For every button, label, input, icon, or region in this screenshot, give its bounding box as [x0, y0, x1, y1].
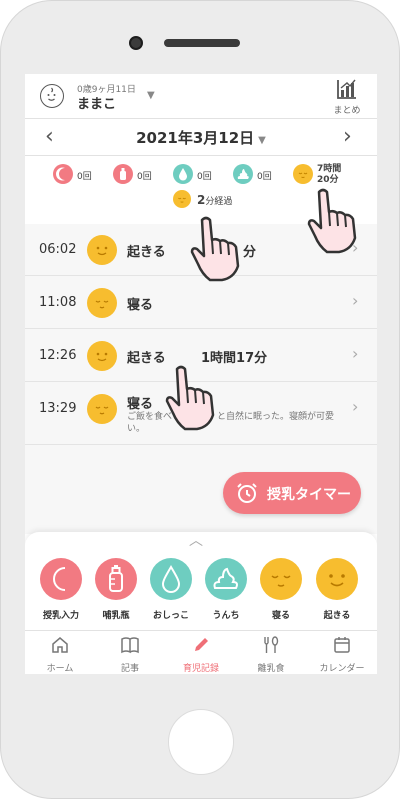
child-select-caret-icon[interactable]: ▼ [147, 90, 155, 101]
camera-icon [129, 36, 143, 50]
row-label: 起きる [127, 245, 166, 260]
pointing-hand-icon [190, 216, 240, 282]
bottle-icon [113, 164, 133, 184]
tab-label: カレンダー [319, 664, 365, 674]
chart-icon [337, 79, 356, 99]
tab-childcare-log[interactable]: 育児記録 [168, 635, 234, 674]
book-icon [121, 637, 139, 654]
sleeping-face-icon [260, 558, 302, 600]
row-memo: ご飯を食べ と自然に眠った。寝顔が可愛い。 [127, 412, 335, 434]
sleep-total-value: 7時間 20分 [317, 164, 341, 186]
timer-label: 授乳タイマー [267, 487, 351, 503]
bottom-tab-bar: ホーム 記事 育児記録 離乳食 カレンダー [25, 630, 377, 674]
moon-icon [53, 164, 73, 184]
bottle-count-value: 0回 [137, 172, 152, 182]
tab-label: 記事 [120, 664, 139, 674]
pointing-hand-icon [165, 365, 215, 431]
awake-face-icon [87, 341, 117, 371]
row-time: 12:26 [39, 348, 77, 363]
top-bar: 0歳9ヶ月11日 ままこ ▼ まとめ [25, 74, 377, 118]
row-label: 寝る [127, 397, 154, 412]
summary-label: まとめ [333, 106, 361, 116]
phone-frame: 0歳9ヶ月11日 ままこ ▼ まとめ ‹ 2021年3月12日 ▼ › 0回 0… [0, 0, 400, 799]
record-poop-button[interactable]: うんち [201, 558, 251, 628]
pee-count-value: 0回 [197, 172, 212, 182]
poop-icon [205, 558, 247, 600]
tab-articles[interactable]: 記事 [97, 635, 163, 674]
chevron-right-icon: › [352, 344, 359, 363]
row-label: 起きる [127, 351, 166, 366]
tab-home[interactable]: ホーム [27, 635, 93, 674]
date-caret-icon: ▼ [258, 135, 266, 146]
child-avatar[interactable] [40, 84, 64, 108]
date-selector[interactable]: 2021年3月12日 ▼ [25, 127, 377, 148]
alarm-clock-icon [237, 483, 257, 503]
row-label: 寝る [127, 298, 154, 313]
poop-count-value: 0回 [257, 172, 272, 182]
awake-face-icon [87, 235, 117, 265]
sleep-hours: 7時間 [317, 164, 342, 174]
record-label: 寝る [271, 611, 290, 621]
sleeping-face-icon [293, 164, 313, 184]
awake-face-icon [316, 558, 358, 600]
record-feeding-button[interactable]: 授乳入力 [36, 558, 86, 628]
quick-record-panel: ︿ 授乳入力 哺乳瓶 おしっこ うんち 寝る 起きる [25, 532, 377, 630]
row-time: 11:08 [39, 295, 77, 310]
row-time: 06:02 [39, 242, 77, 257]
date-navigation: ‹ 2021年3月12日 ▼ › [25, 120, 377, 154]
calendar-icon [334, 637, 350, 653]
tab-label: ホーム [46, 664, 74, 674]
pointing-hand-icon [307, 188, 357, 254]
chevron-up-icon[interactable]: ︿ [189, 530, 203, 550]
tab-label: 離乳食 [257, 664, 285, 674]
speaker-grille [164, 39, 240, 47]
chevron-right-icon: › [352, 397, 359, 416]
row-time: 13:29 [39, 401, 77, 416]
record-label: 哺乳瓶 [102, 611, 130, 621]
app-screen: 0歳9ヶ月11日 ままこ ▼ まとめ ‹ 2021年3月12日 ▼ › 0回 0… [25, 74, 377, 674]
baby-face-icon [47, 87, 56, 101]
feeding-timer-button[interactable]: 授乳タイマー [223, 472, 361, 514]
sleep-minutes: 20分 [317, 175, 339, 185]
tab-calendar[interactable]: カレンダー [309, 635, 375, 674]
utensils-icon [264, 636, 279, 653]
record-bottle-button[interactable]: 哺乳瓶 [91, 558, 141, 628]
elapsed-unit: 分経過 [205, 197, 233, 207]
drop-icon [150, 558, 192, 600]
pencil-icon [195, 638, 208, 651]
record-sleep-button[interactable]: 寝る [256, 558, 306, 628]
sleeping-face-icon [87, 394, 117, 424]
bottle-icon [95, 558, 137, 600]
sleeping-face-icon [173, 190, 191, 208]
tab-label: 育児記録 [182, 664, 219, 674]
tab-baby-food[interactable]: 離乳食 [238, 635, 304, 674]
summary-button[interactable]: まとめ [329, 78, 365, 116]
home-icon [52, 637, 68, 653]
divider [25, 118, 377, 119]
chevron-right-icon: › [352, 291, 359, 310]
elapsed-text: 2分経過 [197, 193, 232, 207]
feeding-count-value: 0回 [77, 172, 92, 182]
next-day-button[interactable]: › [343, 124, 352, 149]
record-label: おしっこ [152, 611, 189, 621]
record-label: うんち [212, 611, 240, 621]
drop-icon [173, 164, 193, 184]
record-label: 授乳入力 [42, 611, 79, 621]
home-hardware-button[interactable] [168, 709, 234, 775]
record-wake-button[interactable]: 起きる [312, 558, 362, 628]
poop-icon [233, 164, 253, 184]
sleeping-face-icon [87, 288, 117, 318]
current-date: 2021年3月12日 [136, 129, 255, 147]
record-pee-button[interactable]: おしっこ [146, 558, 196, 628]
moon-icon [40, 558, 82, 600]
record-label: 起きる [323, 611, 351, 621]
child-name[interactable]: ままこ [77, 93, 116, 112]
